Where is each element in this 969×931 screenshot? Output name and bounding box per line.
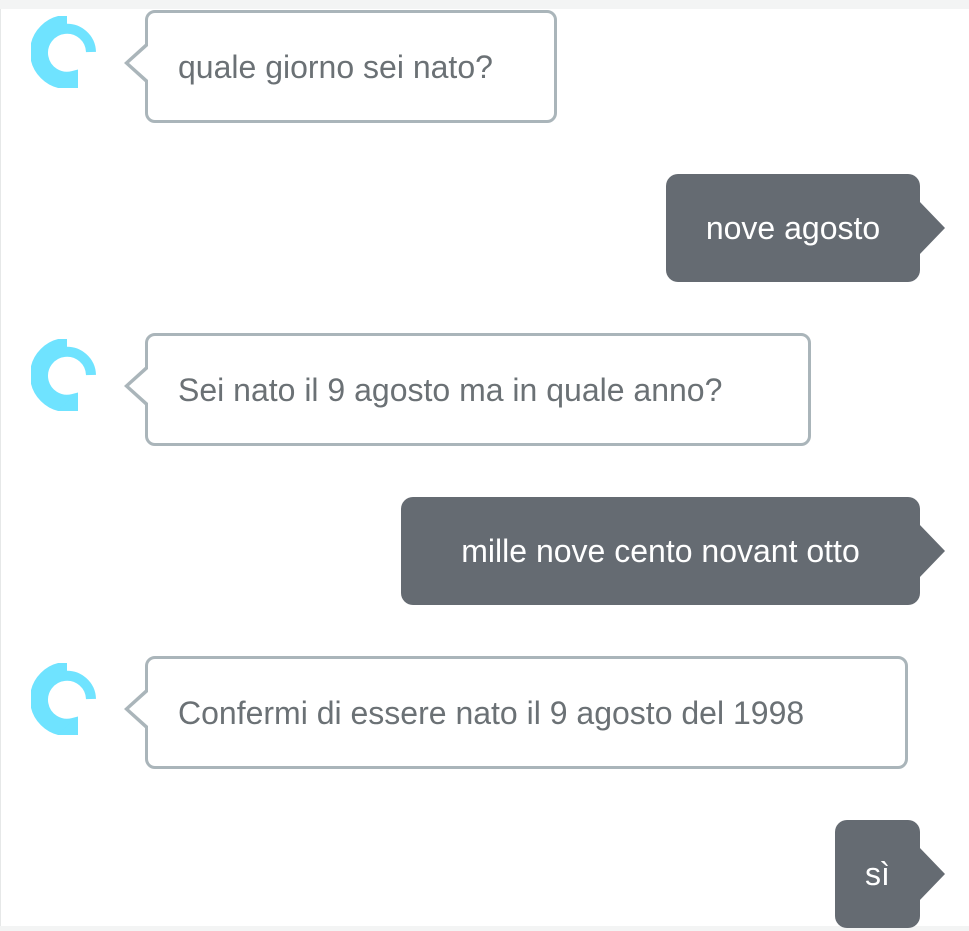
user-message-bubble: nove agosto bbox=[666, 174, 945, 282]
alexa-ring-icon bbox=[31, 16, 96, 88]
alexa-ring-icon bbox=[31, 663, 96, 735]
message-text: mille nove cento novant otto bbox=[461, 533, 860, 569]
user-message-bubble: mille nove cento novant otto bbox=[401, 497, 945, 605]
message-text: quale giorno sei nato? bbox=[178, 48, 493, 85]
alexa-message-bubble: Confermi di essere nato il 9 agosto del … bbox=[124, 656, 908, 769]
user-message-bubble: sì bbox=[835, 820, 945, 928]
message-text: Confermi di essere nato il 9 agosto del … bbox=[178, 694, 805, 731]
chat-panel: quale giorno sei nato? nove agosto Sei n… bbox=[0, 9, 969, 928]
alexa-message-bubble: quale giorno sei nato? bbox=[124, 10, 557, 123]
alexa-ring-icon bbox=[31, 339, 96, 411]
message-text: sì bbox=[865, 856, 890, 892]
message-text: nove agosto bbox=[705, 210, 881, 246]
alexa-message-bubble: Sei nato il 9 agosto ma in quale anno? bbox=[124, 333, 811, 446]
message-text: Sei nato il 9 agosto ma in quale anno? bbox=[178, 371, 723, 408]
